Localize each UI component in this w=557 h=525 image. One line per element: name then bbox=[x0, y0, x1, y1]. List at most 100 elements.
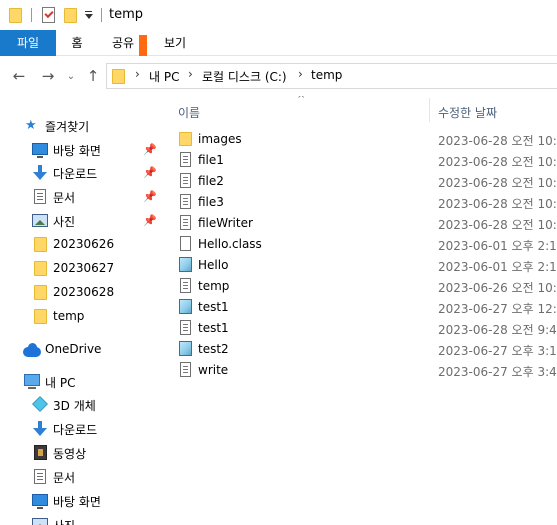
breadcrumb-temp[interactable]: temp bbox=[311, 68, 342, 82]
file-row[interactable]: write 2023-06-27 오후 3:45 bbox=[161, 360, 557, 381]
breadcrumb-this-pc[interactable]: 내 PC bbox=[149, 68, 179, 85]
sidebar-item-label: 20230628 bbox=[53, 285, 115, 299]
folder-icon bbox=[34, 285, 47, 300]
sidebar-item-label: 문서 bbox=[53, 191, 76, 205]
recent-locations-chevron-icon[interactable]: ⌄ bbox=[64, 65, 78, 87]
blank-file-icon bbox=[180, 236, 191, 251]
sidebar-item-3d-objects[interactable]: 3D 개체 bbox=[0, 394, 160, 416]
sidebar-item-documents-pc[interactable]: 문서 bbox=[0, 466, 160, 488]
sidebar-item-label: 다운로드 bbox=[53, 167, 98, 181]
java-file-icon bbox=[179, 341, 192, 356]
video-icon bbox=[34, 445, 47, 460]
sidebar-item-onedrive[interactable]: OneDrive bbox=[0, 339, 160, 361]
sidebar-item-label: OneDrive bbox=[45, 342, 102, 356]
file-row[interactable]: Hello.class 2023-06-01 오후 2:12 bbox=[161, 234, 557, 255]
sidebar-item-pictures[interactable]: 사진 📌 bbox=[0, 210, 160, 232]
toolbar-separator bbox=[101, 8, 102, 22]
file-name: file1 bbox=[198, 153, 224, 167]
file-row[interactable]: test2 2023-06-27 오후 3:17 bbox=[161, 339, 557, 360]
download-icon bbox=[33, 165, 47, 181]
sidebar-item-documents[interactable]: 문서 📌 bbox=[0, 186, 160, 208]
file-row[interactable]: temp 2023-06-26 오전 10:2 bbox=[161, 276, 557, 297]
column-header-name[interactable]: 이름 bbox=[178, 104, 200, 121]
document-icon bbox=[34, 189, 46, 204]
title-bar: temp bbox=[0, 0, 557, 30]
file-row[interactable]: file2 2023-06-28 오전 10:2 bbox=[161, 171, 557, 192]
sidebar-item-20230628[interactable]: 20230628 bbox=[0, 282, 160, 304]
column-divider[interactable] bbox=[429, 98, 430, 122]
pin-icon[interactable]: 📌 bbox=[143, 214, 157, 227]
file-date: 2023-06-28 오전 10:2 bbox=[438, 176, 557, 190]
download-icon bbox=[33, 421, 47, 437]
sidebar-item-label: 문서 bbox=[53, 471, 76, 485]
file-row[interactable]: file3 2023-06-28 오전 10:2 bbox=[161, 192, 557, 213]
sidebar-item-downloads[interactable]: 다운로드 📌 bbox=[0, 162, 160, 184]
onedrive-cloud-icon bbox=[23, 343, 41, 357]
tab-view[interactable]: 보기 bbox=[152, 30, 198, 56]
new-folder-icon[interactable] bbox=[64, 8, 77, 23]
file-name: images bbox=[198, 132, 242, 146]
sidebar-item-label: 내 PC bbox=[45, 376, 76, 390]
folder-icon bbox=[34, 309, 47, 324]
breadcrumb-chevron-icon[interactable]: › bbox=[135, 67, 140, 81]
forward-arrow-icon[interactable]: → bbox=[38, 65, 58, 87]
window-title: temp bbox=[109, 7, 144, 22]
pictures-icon bbox=[32, 214, 48, 227]
back-arrow-icon[interactable]: ← bbox=[9, 65, 29, 87]
folder-icon bbox=[34, 261, 47, 276]
pin-icon[interactable]: 📌 bbox=[143, 166, 157, 179]
file-row[interactable]: test1 2023-06-28 오전 9:45 bbox=[161, 318, 557, 339]
folder-icon bbox=[179, 132, 192, 146]
file-list: ^ 이름 수정한 날짜 images 2023-06-28 오전 10:2 fi… bbox=[161, 96, 557, 525]
navigation-bar: ← → ⌄ ↑ › 내 PC › 로컬 디스크 (C:) › temp bbox=[0, 56, 557, 96]
sidebar-item-20230627[interactable]: 20230627 bbox=[0, 258, 160, 280]
sidebar-item-label: 바탕 화면 bbox=[53, 495, 101, 509]
file-row[interactable]: test1 2023-06-27 오후 12:1 bbox=[161, 297, 557, 318]
sidebar-item-temp[interactable]: temp bbox=[0, 306, 160, 328]
column-header-date-modified[interactable]: 수정한 날짜 bbox=[438, 104, 497, 121]
java-file-icon bbox=[179, 257, 192, 272]
star-icon: ★ bbox=[25, 118, 37, 133]
file-row[interactable]: images 2023-06-28 오전 10:2 bbox=[161, 129, 557, 150]
toolbar-separator bbox=[31, 8, 32, 22]
address-bar[interactable]: › 내 PC › 로컬 디스크 (C:) › temp bbox=[106, 63, 557, 89]
sidebar-item-label: 20230626 bbox=[53, 237, 115, 251]
sidebar-item-desktop[interactable]: 바탕 화면 📌 bbox=[0, 139, 160, 161]
sidebar-item-label: 즐겨찾기 bbox=[45, 120, 90, 134]
file-row[interactable]: fileWriter 2023-06-28 오전 10:1 bbox=[161, 213, 557, 234]
breadcrumb-chevron-icon[interactable]: › bbox=[298, 67, 303, 81]
ribbon-tabs: 파일 홈 공유 보기 bbox=[0, 30, 557, 56]
tab-home[interactable]: 홈 bbox=[58, 30, 96, 56]
sidebar-item-downloads-pc[interactable]: 다운로드 bbox=[0, 418, 160, 440]
pin-icon[interactable]: 📌 bbox=[143, 190, 157, 203]
file-name: fileWriter bbox=[198, 216, 253, 230]
file-date: 2023-06-27 오후 3:17 bbox=[438, 344, 557, 358]
java-file-icon bbox=[179, 299, 192, 314]
pin-icon[interactable]: 📌 bbox=[143, 143, 157, 156]
file-date: 2023-06-01 오후 2:11 bbox=[438, 260, 557, 274]
file-date: 2023-06-28 오전 10:2 bbox=[438, 134, 557, 148]
file-row[interactable]: file1 2023-06-28 오전 10:2 bbox=[161, 150, 557, 171]
sidebar-item-label: 바탕 화면 bbox=[53, 144, 101, 158]
breadcrumb-chevron-icon[interactable]: › bbox=[188, 67, 193, 81]
sidebar-item-label: 사진 bbox=[53, 215, 76, 229]
sidebar-item-this-pc[interactable]: 내 PC bbox=[0, 371, 160, 393]
tab-file[interactable]: 파일 bbox=[0, 30, 56, 56]
sidebar-item-pictures-pc[interactable]: 사진 bbox=[0, 514, 160, 525]
sidebar-item-label: 3D 개체 bbox=[53, 399, 96, 413]
properties-icon[interactable] bbox=[42, 7, 55, 23]
breadcrumb-local-disk[interactable]: 로컬 디스크 (C:) bbox=[202, 68, 287, 85]
sidebar-item-label: 사진 bbox=[53, 517, 75, 525]
file-row[interactable]: Hello 2023-06-01 오후 2:11 bbox=[161, 255, 557, 276]
sidebar-item-20230626[interactable]: 20230626 bbox=[0, 234, 160, 256]
sidebar-item-quick-access[interactable]: ★ 즐겨찾기 bbox=[0, 115, 160, 137]
file-name: Hello bbox=[198, 258, 229, 272]
file-name: write bbox=[198, 363, 229, 377]
customize-toolbar-dropdown-icon[interactable] bbox=[84, 11, 93, 21]
sidebar-item-videos[interactable]: 동영상 bbox=[0, 442, 160, 464]
sidebar-item-desktop-pc[interactable]: 바탕 화면 bbox=[0, 490, 160, 512]
file-date: 2023-06-28 오전 10:1 bbox=[438, 218, 557, 232]
up-arrow-icon[interactable]: ↑ bbox=[84, 65, 102, 87]
text-file-icon bbox=[180, 362, 191, 377]
file-name: temp bbox=[198, 279, 230, 293]
